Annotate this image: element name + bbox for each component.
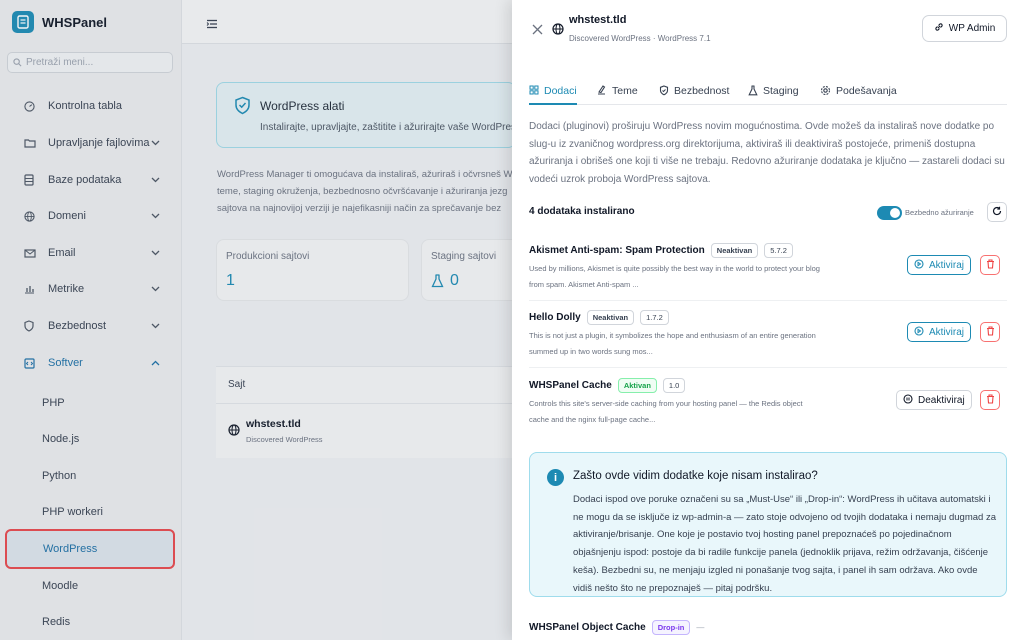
- delete-button[interactable]: [980, 390, 1000, 410]
- status-badge: Neaktivan: [586, 310, 635, 325]
- refresh-button[interactable]: [987, 202, 1007, 222]
- delete-button[interactable]: [980, 255, 1000, 275]
- tab-label: Dodaci: [544, 85, 577, 97]
- version-badge: —: [696, 623, 705, 632]
- trash-icon: [986, 256, 995, 274]
- plugin-description-line: This is not just a plugin, it symbolizes…: [529, 331, 816, 340]
- tab-label: Staging: [763, 85, 799, 97]
- plugins-description: Dodaci (pluginovi) proširuju WordPress n…: [529, 121, 1005, 185]
- status-badge: Aktivan: [617, 378, 657, 393]
- plugin-description-line: Used by millions, Akismet is quite possi…: [529, 264, 820, 273]
- deactivate-label: Deaktiviraj: [918, 394, 965, 406]
- notice-title: Zašto ovde vidim dodatke koje nisam inst…: [573, 470, 818, 482]
- wp-admin-button[interactable]: WP Admin: [922, 15, 1007, 42]
- wordpress-site-panel: whstest.tld Discovered WordPress · WordP…: [512, 0, 1024, 640]
- tab-plugins[interactable]: Dodaci: [529, 78, 577, 105]
- activate-button[interactable]: Aktiviraj: [907, 255, 972, 275]
- close-icon[interactable]: [532, 22, 543, 40]
- gear-icon: [820, 85, 831, 99]
- deactivate-button[interactable]: Deaktiviraj: [896, 390, 972, 410]
- dropin-plugin-row: WHSPanel Object Cache Drop-in —: [529, 620, 704, 635]
- tab-label: Teme: [612, 85, 638, 97]
- activate-label: Aktiviraj: [929, 259, 965, 271]
- plugin-row: Akismet Anti-spam: Spam Protection Neakt…: [529, 243, 1007, 301]
- dropin-badge: Drop-in: [651, 620, 691, 635]
- panel-tabs: Dodaci Teme Bezbednost Staging Podešavan…: [529, 78, 1007, 105]
- tab-themes[interactable]: Teme: [596, 78, 638, 105]
- tab-settings[interactable]: Podešavanja: [820, 78, 897, 105]
- notice-body: Dodaci ispod ove poruke označeni su sa „…: [573, 494, 996, 594]
- brush-icon: [596, 85, 607, 98]
- plugin-row: Hello Dolly Neaktivan 1.7.2 This is not …: [529, 310, 1007, 368]
- delete-button[interactable]: [980, 322, 1000, 342]
- plugin-name: Akismet Anti-spam: Spam Protection: [529, 245, 705, 256]
- version-badge: 1.0: [662, 378, 686, 393]
- installed-count: 4 dodataka instalirano: [529, 206, 635, 217]
- grid-icon: [529, 85, 539, 98]
- tab-label: Bezbednost: [674, 85, 730, 97]
- plugin-description-line: cache and the nginx full-page cache...: [529, 415, 656, 424]
- plugin-name: WHSPanel Object Cache: [529, 622, 646, 633]
- play-circle-icon: [914, 325, 924, 339]
- tab-security[interactable]: Bezbednost: [659, 78, 729, 105]
- safe-update-label: Bezbedno ažuriranje: [905, 208, 974, 217]
- mu-plugins-notice: i Zašto ovde vidim dodatke koje nisam in…: [529, 452, 1007, 597]
- info-icon: i: [547, 469, 564, 486]
- globe-icon: [552, 22, 564, 40]
- pause-circle-icon: [903, 393, 913, 407]
- refresh-icon: [992, 203, 1002, 221]
- shield-icon: [659, 85, 669, 99]
- plugin-row: WHSPanel Cache Aktivan 1.0 Controls this…: [529, 378, 1007, 433]
- plugin-description: Used by millions, Akismet is quite possi…: [529, 261, 869, 293]
- safe-update-toggle[interactable]: [877, 206, 902, 220]
- play-circle-icon: [914, 258, 924, 272]
- plugin-description-line: from spam. Akismet Anti-spam ...: [529, 280, 639, 289]
- flask-icon: [748, 85, 758, 99]
- plugin-name: WHSPanel Cache: [529, 380, 612, 391]
- trash-icon: [986, 323, 995, 341]
- tab-staging[interactable]: Staging: [748, 78, 799, 105]
- panel-site-name: whstest.tld: [569, 14, 627, 26]
- tab-label: Podešavanja: [836, 85, 897, 97]
- status-badge: Neaktivan: [710, 243, 759, 258]
- plugin-description-line: summed up in two words sung mos...: [529, 347, 653, 356]
- modal-backdrop[interactable]: [0, 0, 512, 640]
- activate-label: Aktiviraj: [929, 326, 965, 338]
- version-badge: 1.7.2: [640, 310, 669, 325]
- plugin-name: Hello Dolly: [529, 312, 581, 323]
- plugin-description: Controls this site's server-side caching…: [529, 396, 869, 428]
- plugin-description-line: Controls this site's server-side caching…: [529, 399, 803, 408]
- panel-site-meta: Discovered WordPress · WordPress 7.1: [569, 34, 711, 43]
- wp-admin-label: WP Admin: [948, 23, 996, 34]
- plugin-description: This is not just a plugin, it symbolizes…: [529, 328, 869, 360]
- activate-button[interactable]: Aktiviraj: [907, 322, 972, 342]
- version-badge: 5.7.2: [764, 243, 793, 258]
- link-icon: [934, 22, 944, 35]
- trash-icon: [986, 391, 995, 409]
